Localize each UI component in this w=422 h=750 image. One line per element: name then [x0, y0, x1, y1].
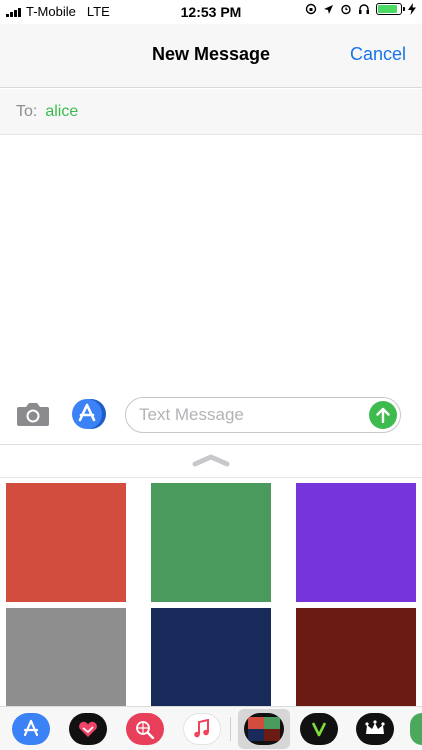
crown-icon: [365, 720, 385, 734]
color-tile[interactable]: [296, 608, 416, 706]
app-store-button-icon[interactable]: [70, 398, 106, 430]
color-grid-app-icon[interactable]: [244, 713, 284, 745]
cancel-button[interactable]: Cancel: [350, 44, 406, 65]
alarm-icon: [341, 4, 351, 15]
chevron-up-icon[interactable]: [191, 452, 231, 468]
camera-icon[interactable]: [16, 401, 50, 427]
music-note-icon: [194, 719, 209, 738]
color-tile-grid: [0, 478, 422, 706]
images-search-icon[interactable]: [126, 713, 164, 745]
drawer-top-divider: [0, 444, 422, 445]
crown-app-icon[interactable]: [356, 713, 394, 745]
color-tile[interactable]: [296, 483, 416, 602]
status-right: [305, 3, 416, 15]
headphones-icon: [359, 4, 369, 14]
rotation-lock-icon: [305, 3, 317, 15]
app-store-icon[interactable]: [12, 713, 50, 745]
color-tile[interactable]: [151, 608, 271, 706]
v-app-icon[interactable]: [300, 713, 338, 745]
globe-search-icon: [136, 721, 155, 739]
app-dock: [0, 706, 422, 750]
status-bar: T-Mobile LTE 12:53 PM: [0, 0, 422, 24]
digital-touch-icon[interactable]: [69, 713, 107, 745]
dock-separator: [230, 717, 231, 741]
send-button[interactable]: [369, 401, 397, 429]
color-tile[interactable]: [151, 483, 271, 602]
app-store-glyph-icon: [23, 719, 39, 737]
recipient-field[interactable]: To: alice: [0, 89, 422, 135]
color-tile[interactable]: [6, 608, 126, 706]
green-app-icon[interactable]: [410, 713, 422, 745]
compose-bar: [0, 393, 422, 437]
color-tile[interactable]: [6, 483, 126, 602]
heart-icon: [79, 721, 97, 737]
charging-icon: [408, 3, 416, 15]
message-input[interactable]: [125, 397, 401, 433]
recipient-name[interactable]: alice: [45, 103, 78, 121]
arrow-up-icon: [376, 407, 390, 423]
location-icon: [324, 4, 333, 14]
battery-icon: [376, 3, 405, 15]
to-label: To:: [16, 102, 38, 120]
color-grid-glyph-icon: [248, 717, 280, 741]
battery-fill: [378, 5, 397, 13]
music-icon[interactable]: [183, 713, 221, 745]
letter-v-icon: [311, 722, 327, 737]
nav-bar: New Message Cancel: [0, 24, 422, 88]
